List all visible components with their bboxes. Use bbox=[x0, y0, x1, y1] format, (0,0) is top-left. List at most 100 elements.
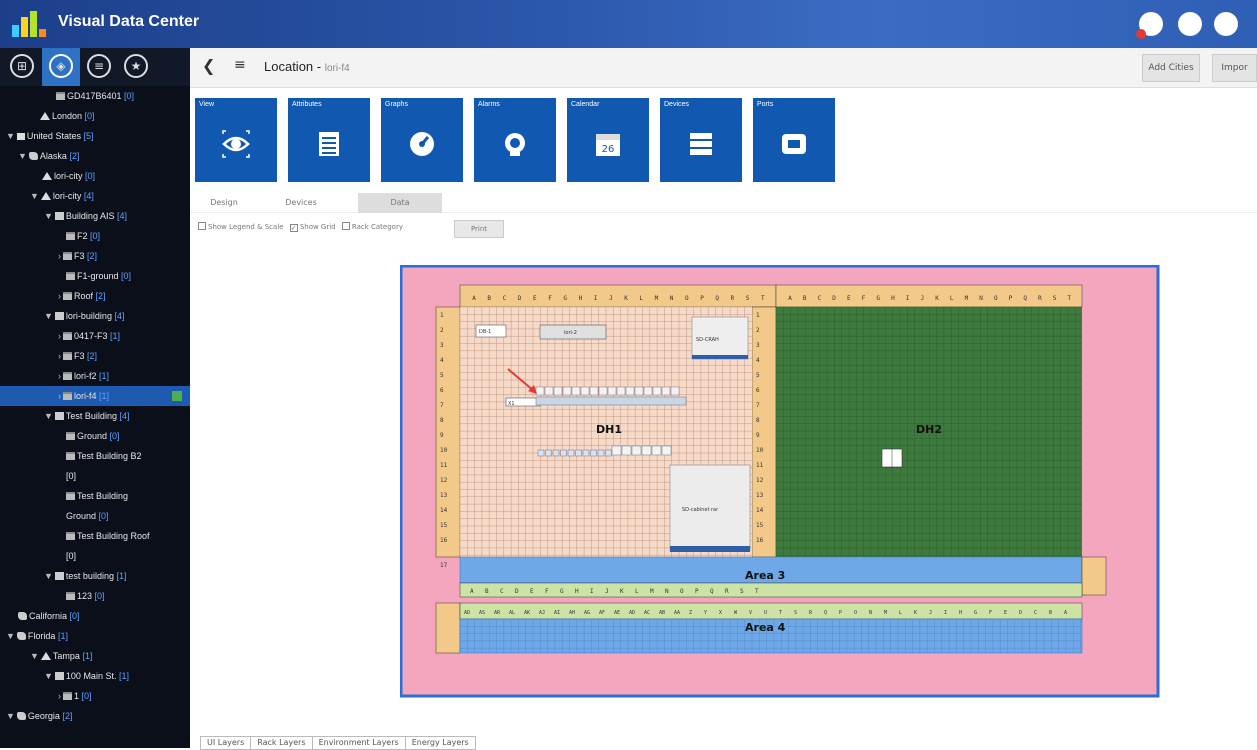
tree-item[interactable]: Ground [0] bbox=[0, 506, 190, 526]
print-button[interactable]: Print bbox=[454, 220, 504, 238]
tree-item[interactable]: Test Building B2 bbox=[0, 446, 190, 466]
tile-ports[interactable]: Ports bbox=[753, 98, 835, 182]
tree-item[interactable]: ▼ Tampa [1] bbox=[0, 646, 190, 666]
expand-arrow-icon[interactable]: ▼ bbox=[6, 711, 15, 721]
tree-item-count: [0] bbox=[84, 111, 95, 121]
import-button[interactable]: Impor bbox=[1212, 54, 1257, 82]
tree-item-count: [0] bbox=[85, 171, 96, 181]
state-icon bbox=[28, 152, 38, 160]
tree-item-count: [0] bbox=[69, 611, 80, 621]
tile-calendar[interactable]: Calendar 26 bbox=[567, 98, 649, 182]
back-icon[interactable]: ❮ bbox=[202, 56, 215, 75]
expand-arrow-icon[interactable]: › bbox=[58, 391, 61, 401]
tree-item[interactable]: ▼ test building [1] bbox=[0, 566, 190, 586]
column-letter: R bbox=[725, 588, 729, 595]
column-letter: AH bbox=[569, 610, 575, 616]
tree-item[interactable]: Test Building Roof bbox=[0, 526, 190, 546]
tree-item[interactable]: F1-ground [0] bbox=[0, 266, 190, 286]
tree-item[interactable]: ▼ United States [5] bbox=[0, 126, 190, 146]
tile-attributes[interactable]: Attributes bbox=[288, 98, 370, 182]
tree-item[interactable]: ▼ Georgia [2] bbox=[0, 706, 190, 726]
tree-item[interactable]: ▼ Florida [1] bbox=[0, 626, 190, 646]
tree-item[interactable]: ▼ lori-building [4] bbox=[0, 306, 190, 326]
menu-icon[interactable]: ≡ bbox=[234, 57, 246, 73]
floor-plan[interactable]: AABBCCDDEEFFGGHHIIJJKKLLMMNNOOPPQQRRSSTT… bbox=[399, 264, 1160, 703]
alert-user-icon[interactable] bbox=[1136, 12, 1163, 39]
row-number: 16 bbox=[440, 537, 448, 544]
tree-item[interactable]: F2 [0] bbox=[0, 226, 190, 246]
expand-arrow-icon[interactable]: ▼ bbox=[6, 631, 15, 641]
tree-item[interactable]: › 1 [0] bbox=[0, 686, 190, 706]
column-letter: X bbox=[719, 610, 722, 616]
tree-item[interactable]: [0] bbox=[0, 546, 190, 566]
tree-item[interactable]: ▼ Alaska [2] bbox=[0, 146, 190, 166]
tree-item[interactable]: › F3 [2] bbox=[0, 346, 190, 366]
grid-view-icon[interactable]: ⊞ bbox=[10, 54, 34, 78]
tile-view[interactable]: View bbox=[195, 98, 277, 182]
tile-alarms[interactable]: Alarms bbox=[474, 98, 556, 182]
expand-arrow-icon[interactable]: › bbox=[58, 331, 61, 341]
expand-arrow-icon[interactable]: › bbox=[58, 691, 61, 701]
user-icon[interactable] bbox=[1178, 12, 1202, 36]
tree-item[interactable]: › F3 [2] bbox=[0, 246, 190, 266]
tab-data[interactable]: Data bbox=[358, 193, 442, 213]
tree-item[interactable]: › Roof [2] bbox=[0, 286, 190, 306]
svg-text:26: 26 bbox=[602, 144, 615, 155]
tree-item[interactable]: California [0] bbox=[0, 606, 190, 626]
expand-arrow-icon[interactable]: ▼ bbox=[18, 151, 27, 161]
tree-item[interactable]: › lori-f4 [1] bbox=[0, 386, 190, 406]
add-cities-button[interactable]: Add Cities bbox=[1142, 54, 1200, 82]
tree-item[interactable]: Ground [0] bbox=[0, 426, 190, 446]
rack-category-checkbox[interactable] bbox=[341, 222, 350, 230]
area4-label: Area 4 bbox=[745, 621, 786, 634]
row-number: 3 bbox=[440, 342, 444, 349]
sidebar-tabs: ⊞ ◈ ≡ ★ bbox=[0, 48, 190, 86]
lori2-label: lori-2 bbox=[564, 330, 577, 336]
expand-arrow-icon[interactable]: ▼ bbox=[44, 411, 53, 421]
floor-icon bbox=[66, 272, 75, 280]
floor-plan-canvas[interactable]: A AB BC CD DE EF FG GH HI IJ JK KL LM MN NO OP PQ QR RS ST T… bbox=[399, 264, 1160, 699]
tab-devices[interactable]: Devices bbox=[276, 193, 326, 213]
tree-item[interactable]: ▼ Building AIS [4] bbox=[0, 206, 190, 226]
tile-devices[interactable]: Devices bbox=[660, 98, 742, 182]
tile-graphs[interactable]: Graphs bbox=[381, 98, 463, 182]
show-grid-checkbox[interactable]: ✓ bbox=[289, 224, 298, 232]
expand-arrow-icon[interactable]: ▼ bbox=[6, 131, 15, 141]
tab-design[interactable]: Design bbox=[204, 193, 244, 213]
expand-arrow-icon[interactable]: ▼ bbox=[44, 571, 53, 581]
tree-item[interactable]: lori-city [0] bbox=[0, 166, 190, 186]
expand-arrow-icon[interactable]: ▼ bbox=[44, 671, 53, 681]
tree-item[interactable]: › lori-f2 [1] bbox=[0, 366, 190, 386]
building-icon bbox=[54, 212, 64, 220]
tree-item[interactable]: GD417B6401 [0] bbox=[0, 86, 190, 106]
favorites-icon[interactable]: ★ bbox=[124, 54, 148, 78]
expand-arrow-icon[interactable]: ▼ bbox=[30, 651, 39, 661]
rack-category-label: Rack Category bbox=[351, 223, 403, 231]
expand-arrow-icon[interactable]: ▼ bbox=[30, 191, 39, 201]
expand-arrow-icon[interactable]: › bbox=[58, 291, 61, 301]
tree-item[interactable]: ▼ Test Building [4] bbox=[0, 406, 190, 426]
rack-unit bbox=[567, 449, 575, 457]
location-tree-icon[interactable]: ◈ bbox=[49, 54, 73, 78]
row-number: 13 bbox=[440, 492, 448, 499]
state-icon bbox=[16, 632, 26, 640]
tree-item-label: Ground bbox=[77, 431, 110, 441]
tree-item[interactable]: 123 [0] bbox=[0, 586, 190, 606]
tree-item[interactable]: [0] bbox=[0, 466, 190, 486]
settings-user-icon[interactable] bbox=[1214, 12, 1238, 36]
column-letter: L bbox=[635, 588, 639, 595]
expand-arrow-icon[interactable]: › bbox=[58, 371, 61, 381]
expand-arrow-icon[interactable]: ▼ bbox=[44, 211, 53, 221]
tree-item[interactable]: Test Building bbox=[0, 486, 190, 506]
server-icon bbox=[687, 130, 715, 158]
tree-item[interactable]: › 0417-F3 [1] bbox=[0, 326, 190, 346]
expand-arrow-icon[interactable]: › bbox=[58, 251, 61, 261]
tree-item[interactable]: London [0] bbox=[0, 106, 190, 126]
tree-item[interactable]: ▼ 100 Main St. [1] bbox=[0, 666, 190, 686]
expand-arrow-icon[interactable]: › bbox=[58, 351, 61, 361]
show-legend-checkbox[interactable] bbox=[198, 222, 206, 230]
row-number: 6 bbox=[440, 387, 444, 394]
list-view-icon[interactable]: ≡ bbox=[87, 54, 111, 78]
tree-item[interactable]: ▼ lori-city [4] bbox=[0, 186, 190, 206]
expand-arrow-icon[interactable]: ▼ bbox=[44, 311, 53, 321]
